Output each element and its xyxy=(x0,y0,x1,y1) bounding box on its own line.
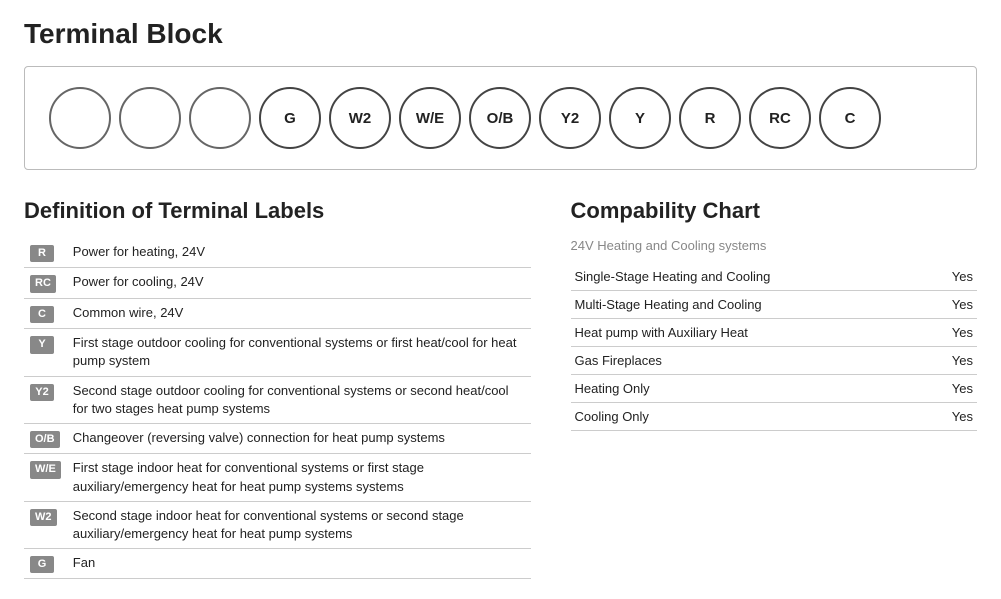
definition-row: Y2 Second stage outdoor cooling for conv… xyxy=(24,376,531,423)
terminal-circle-r: R xyxy=(679,87,741,149)
label-badge: RC xyxy=(30,275,56,292)
label-badge: Y2 xyxy=(30,384,54,401)
terminal-circle-y: Y xyxy=(609,87,671,149)
compat-row-label: Heat pump with Auxiliary Heat xyxy=(571,319,927,347)
definition-label-cell: Y2 xyxy=(24,376,67,423)
definition-description: Common wire, 24V xyxy=(67,298,531,328)
definition-description: First stage indoor heat for conventional… xyxy=(67,454,531,501)
label-badge: O/B xyxy=(30,431,60,448)
label-badge: W2 xyxy=(30,509,57,526)
terminals-row: GW2W/EO/BY2YRRCC xyxy=(49,87,952,149)
definition-row: Y First stage outdoor cooling for conven… xyxy=(24,329,531,376)
compat-row-value: Yes xyxy=(926,347,977,375)
definition-label-cell: R xyxy=(24,238,67,268)
compat-subtitle: 24V Heating and Cooling systems xyxy=(571,238,978,253)
label-badge: W/E xyxy=(30,461,61,478)
terminal-circle-ob: O/B xyxy=(469,87,531,149)
definition-row: C Common wire, 24V xyxy=(24,298,531,328)
compat-row: Single-Stage Heating and Cooling Yes xyxy=(571,263,978,291)
compat-row-value: Yes xyxy=(926,291,977,319)
terminal-circle-empty-2 xyxy=(189,87,251,149)
terminal-circle-y2: Y2 xyxy=(539,87,601,149)
definition-row: RC Power for cooling, 24V xyxy=(24,268,531,298)
compat-row: Multi-Stage Heating and Cooling Yes xyxy=(571,291,978,319)
definition-row: W2 Second stage indoor heat for conventi… xyxy=(24,501,531,548)
terminal-circle-rc: RC xyxy=(749,87,811,149)
definition-description: Power for cooling, 24V xyxy=(67,268,531,298)
two-column-layout: Definition of Terminal Labels R Power fo… xyxy=(24,198,977,579)
definition-label-cell: Y xyxy=(24,329,67,376)
compat-row-value: Yes xyxy=(926,319,977,347)
definition-description: Changeover (reversing valve) connection … xyxy=(67,423,531,453)
terminal-circle-empty-0 xyxy=(49,87,111,149)
compat-row-label: Heating Only xyxy=(571,375,927,403)
label-badge: Y xyxy=(30,336,54,353)
terminal-circle-we: W/E xyxy=(399,87,461,149)
compat-row-value: Yes xyxy=(926,403,977,431)
terminal-circle-w2: W2 xyxy=(329,87,391,149)
definition-row: W/E First stage indoor heat for conventi… xyxy=(24,454,531,501)
compat-row-value: Yes xyxy=(926,375,977,403)
compat-row: Cooling Only Yes xyxy=(571,403,978,431)
compat-row-value: Yes xyxy=(926,263,977,291)
definition-description: Fan xyxy=(67,549,531,579)
definition-row: G Fan xyxy=(24,549,531,579)
compat-row: Heating Only Yes xyxy=(571,375,978,403)
terminal-block-box: GW2W/EO/BY2YRRCC xyxy=(24,66,977,170)
compat-row: Gas Fireplaces Yes xyxy=(571,347,978,375)
terminal-circle-empty-1 xyxy=(119,87,181,149)
terminal-circle-g: G xyxy=(259,87,321,149)
definition-label-cell: O/B xyxy=(24,423,67,453)
definition-section-title: Definition of Terminal Labels xyxy=(24,198,531,224)
definition-table: R Power for heating, 24V RC Power for co… xyxy=(24,238,531,579)
compat-row: Heat pump with Auxiliary Heat Yes xyxy=(571,319,978,347)
label-badge: R xyxy=(30,245,54,262)
definition-label-cell: W2 xyxy=(24,501,67,548)
definition-label-cell: RC xyxy=(24,268,67,298)
compatibility-section: Compability Chart 24V Heating and Coolin… xyxy=(571,198,978,431)
label-badge: C xyxy=(30,306,54,323)
definition-description: Power for heating, 24V xyxy=(67,238,531,268)
compatibility-section-title: Compability Chart xyxy=(571,198,978,224)
definition-section: Definition of Terminal Labels R Power fo… xyxy=(24,198,531,579)
definition-description: First stage outdoor cooling for conventi… xyxy=(67,329,531,376)
definition-label-cell: W/E xyxy=(24,454,67,501)
compat-table: Single-Stage Heating and Cooling Yes Mul… xyxy=(571,263,978,431)
compat-row-label: Single-Stage Heating and Cooling xyxy=(571,263,927,291)
terminal-circle-c: C xyxy=(819,87,881,149)
definition-row: R Power for heating, 24V xyxy=(24,238,531,268)
definition-label-cell: C xyxy=(24,298,67,328)
compat-row-label: Cooling Only xyxy=(571,403,927,431)
label-badge: G xyxy=(30,556,54,573)
definition-description: Second stage outdoor cooling for convent… xyxy=(67,376,531,423)
page-title: Terminal Block xyxy=(24,18,977,50)
definition-description: Second stage indoor heat for conventiona… xyxy=(67,501,531,548)
definition-label-cell: G xyxy=(24,549,67,579)
compat-row-label: Multi-Stage Heating and Cooling xyxy=(571,291,927,319)
definition-row: O/B Changeover (reversing valve) connect… xyxy=(24,423,531,453)
compat-row-label: Gas Fireplaces xyxy=(571,347,927,375)
